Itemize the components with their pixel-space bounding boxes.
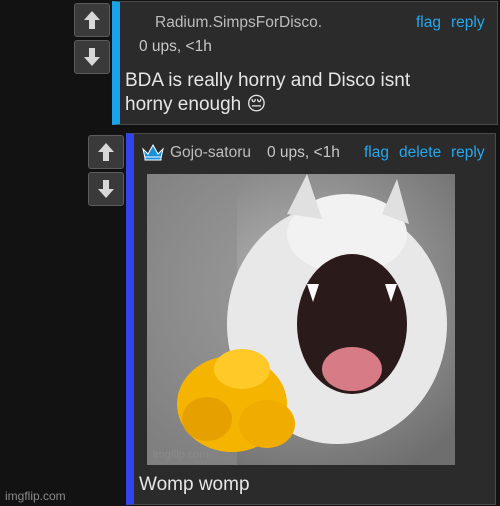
downvote-button[interactable] <box>88 172 124 206</box>
vote-column-1 <box>74 3 110 77</box>
upvote-button[interactable] <box>74 3 110 37</box>
comment-meta: 0 ups, <1h <box>267 144 340 161</box>
site-watermark: imgflip.com <box>5 489 66 503</box>
meme-image[interactable]: imgflip.com <box>147 174 455 465</box>
delete-link[interactable]: delete <box>399 144 441 162</box>
flag-link[interactable]: flag <box>364 144 389 162</box>
comment-reply: Gojo-satoru 0 ups, <1h flag delete reply <box>126 133 496 505</box>
comment-text: Womp womp <box>139 474 250 495</box>
comment-meta: 0 ups, <1h <box>139 38 212 55</box>
comment-text-line-1: BDA is really horny and Disco isnt <box>125 70 411 91</box>
downvote-button[interactable] <box>74 40 110 74</box>
vote-column-2 <box>88 135 124 209</box>
flag-link[interactable]: flag <box>416 14 441 32</box>
pensive-emoji: 😔 <box>246 94 267 115</box>
crown-icon <box>142 143 164 161</box>
downvote-arrow-icon <box>84 48 100 66</box>
image-watermark: imgflip.com <box>153 449 209 461</box>
comment-username[interactable]: Radium.SimpsForDisco. <box>155 14 322 32</box>
comment-parent: Radium.SimpsForDisco. flag reply 0 ups, … <box>112 1 498 125</box>
comment-text-line-2: horny enough <box>125 94 242 115</box>
reply-link[interactable]: reply <box>451 144 485 162</box>
upvote-arrow-icon <box>98 143 114 161</box>
upvote-arrow-icon <box>84 11 100 29</box>
comment-username[interactable]: Gojo-satoru <box>170 144 251 162</box>
upvote-button[interactable] <box>88 135 124 169</box>
downvote-arrow-icon <box>98 180 114 198</box>
screaming-cat-image <box>147 174 455 465</box>
comment-text: BDA is really horny and Disco isnt horny… <box>125 69 410 117</box>
reply-link[interactable]: reply <box>451 14 485 32</box>
